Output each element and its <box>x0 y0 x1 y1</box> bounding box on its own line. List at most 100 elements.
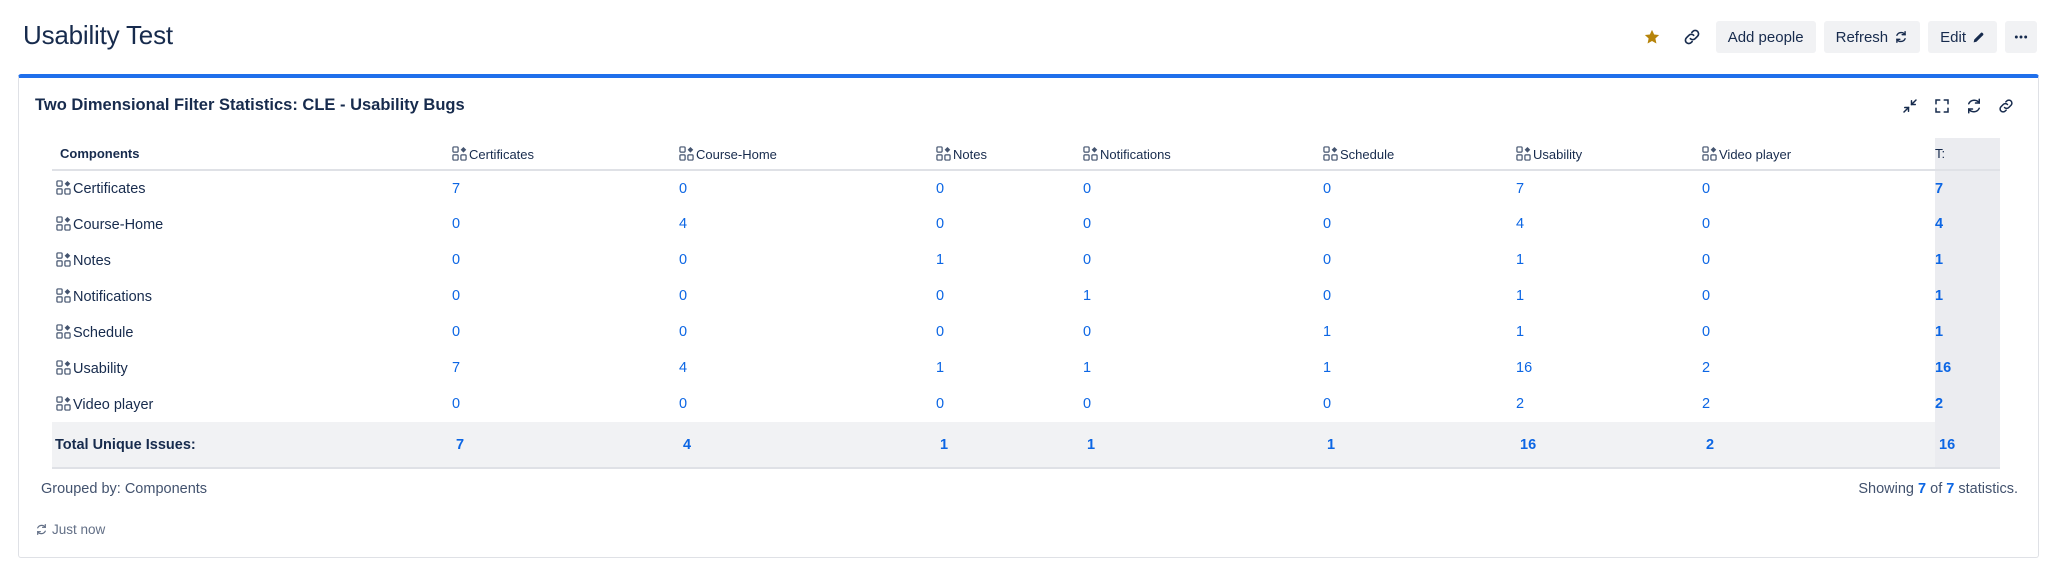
star-button[interactable] <box>1636 21 1668 53</box>
column-header[interactable]: Notifications <box>1083 138 1323 171</box>
row-label-cell[interactable]: Certificates <box>52 170 452 206</box>
column-header-label: Usability <box>1533 146 1583 162</box>
fullscreen-button[interactable] <box>1930 94 1954 118</box>
count-link[interactable]: 0 <box>936 288 944 304</box>
count-link[interactable]: 0 <box>1323 288 1331 304</box>
summary-label: Total Unique Issues: <box>52 422 452 469</box>
count-link[interactable]: 0 <box>679 324 687 340</box>
count-link[interactable]: 0 <box>936 324 944 340</box>
count-cell: 4 <box>679 350 936 386</box>
copy-link-button[interactable] <box>1676 21 1708 53</box>
count-link[interactable]: 0 <box>1323 252 1331 268</box>
count-link[interactable]: 2 <box>1702 396 1710 412</box>
count-link[interactable]: 0 <box>1083 324 1091 340</box>
summary-count-link[interactable]: 7 <box>452 437 464 453</box>
count-link[interactable]: 0 <box>452 396 460 412</box>
statistics-table: Components Certificates Course-Home Note… <box>52 138 2000 469</box>
summary-count-link[interactable]: 16 <box>1516 437 1536 453</box>
count-link[interactable]: 7 <box>452 181 460 197</box>
column-header[interactable]: Certificates <box>452 138 679 171</box>
row-total-link[interactable]: 2 <box>1935 396 1943 412</box>
minimize-button[interactable] <box>1898 94 1922 118</box>
row-total-link[interactable]: 7 <box>1935 181 1943 197</box>
row-total-link[interactable]: 1 <box>1935 288 1943 304</box>
count-cell: 1 <box>1516 278 1702 314</box>
count-cell: 0 <box>679 314 936 350</box>
count-link[interactable]: 1 <box>1516 288 1524 304</box>
count-link[interactable]: 2 <box>1702 360 1710 376</box>
count-link[interactable]: 0 <box>1083 396 1091 412</box>
row-label-cell[interactable]: Video player <box>52 386 452 422</box>
summary-count-link[interactable]: 1 <box>1323 437 1335 453</box>
summary-count-link[interactable]: 2 <box>1702 437 1714 453</box>
more-button[interactable] <box>2005 21 2037 53</box>
count-link[interactable]: 0 <box>1323 216 1331 232</box>
count-link[interactable]: 0 <box>936 216 944 232</box>
count-link[interactable]: 1 <box>1516 324 1524 340</box>
count-link[interactable]: 0 <box>1702 216 1710 232</box>
count-link[interactable]: 0 <box>452 216 460 232</box>
count-link[interactable]: 1 <box>936 360 944 376</box>
count-link[interactable]: 0 <box>452 324 460 340</box>
count-link[interactable]: 4 <box>679 216 687 232</box>
count-link[interactable]: 7 <box>1516 181 1524 197</box>
row-label-cell[interactable]: Usability <box>52 350 452 386</box>
count-cell: 0 <box>1702 206 1935 242</box>
column-header[interactable]: Course-Home <box>679 138 936 171</box>
count-link[interactable]: 0 <box>1702 324 1710 340</box>
count-link[interactable]: 1 <box>936 252 944 268</box>
count-link[interactable]: 0 <box>452 252 460 268</box>
count-link[interactable]: 0 <box>679 396 687 412</box>
count-link[interactable]: 0 <box>1702 288 1710 304</box>
count-link[interactable]: 0 <box>1083 181 1091 197</box>
edit-button[interactable]: Edit <box>1928 21 1997 53</box>
column-header[interactable]: Notes <box>936 138 1083 171</box>
count-link[interactable]: 1 <box>1323 360 1331 376</box>
row-total-link[interactable]: 1 <box>1935 324 1943 340</box>
count-link[interactable]: 0 <box>936 181 944 197</box>
column-header[interactable]: Usability <box>1516 138 1702 171</box>
count-link[interactable]: 0 <box>1323 181 1331 197</box>
summary-count-link[interactable]: 4 <box>679 437 691 453</box>
count-link[interactable]: 16 <box>1516 360 1532 376</box>
count-link[interactable]: 1 <box>1516 252 1524 268</box>
count-link[interactable]: 4 <box>679 360 687 376</box>
last-updated[interactable]: Just now <box>35 522 105 537</box>
gadget-title: Two Dimensional Filter Statistics: CLE -… <box>35 96 465 114</box>
add-people-button[interactable]: Add people <box>1715 21 1816 53</box>
row-label-cell[interactable]: Notes <box>52 242 452 278</box>
summary-count-link[interactable]: 1 <box>1083 437 1095 453</box>
count-link[interactable]: 0 <box>679 181 687 197</box>
count-link[interactable]: 0 <box>679 252 687 268</box>
count-link[interactable]: 4 <box>1516 216 1524 232</box>
count-link[interactable]: 0 <box>936 396 944 412</box>
gadget-refresh-button[interactable] <box>1962 94 1986 118</box>
component-icon <box>56 287 71 303</box>
row-label-cell[interactable]: Notifications <box>52 278 452 314</box>
column-header-total: T: <box>1935 138 2000 171</box>
gadget-link-button[interactable] <box>1994 94 2018 118</box>
count-link[interactable]: 0 <box>1702 252 1710 268</box>
count-link[interactable]: 0 <box>1083 252 1091 268</box>
count-link[interactable]: 1 <box>1083 360 1091 376</box>
count-link[interactable]: 2 <box>1516 396 1524 412</box>
count-link[interactable]: 0 <box>1083 216 1091 232</box>
count-link[interactable]: 0 <box>1323 396 1331 412</box>
count-link[interactable]: 0 <box>679 288 687 304</box>
row-total-link[interactable]: 1 <box>1935 252 1943 268</box>
row-label-cell[interactable]: Schedule <box>52 314 452 350</box>
row-label-cell[interactable]: Course-Home <box>52 206 452 242</box>
row-total-link[interactable]: 4 <box>1935 216 1943 232</box>
count-link[interactable]: 7 <box>452 360 460 376</box>
refresh-button[interactable]: Refresh <box>1823 21 1921 53</box>
summary-total-link[interactable]: 16 <box>1935 437 1955 453</box>
summary-cell: 16 <box>1516 422 1702 469</box>
summary-count-link[interactable]: 1 <box>936 437 948 453</box>
column-header[interactable]: Schedule <box>1323 138 1516 171</box>
count-link[interactable]: 1 <box>1323 324 1331 340</box>
count-link[interactable]: 1 <box>1083 288 1091 304</box>
row-total-link[interactable]: 16 <box>1935 360 1951 376</box>
count-link[interactable]: 0 <box>1702 181 1710 197</box>
count-link[interactable]: 0 <box>452 288 460 304</box>
column-header[interactable]: Video player <box>1702 138 1935 171</box>
